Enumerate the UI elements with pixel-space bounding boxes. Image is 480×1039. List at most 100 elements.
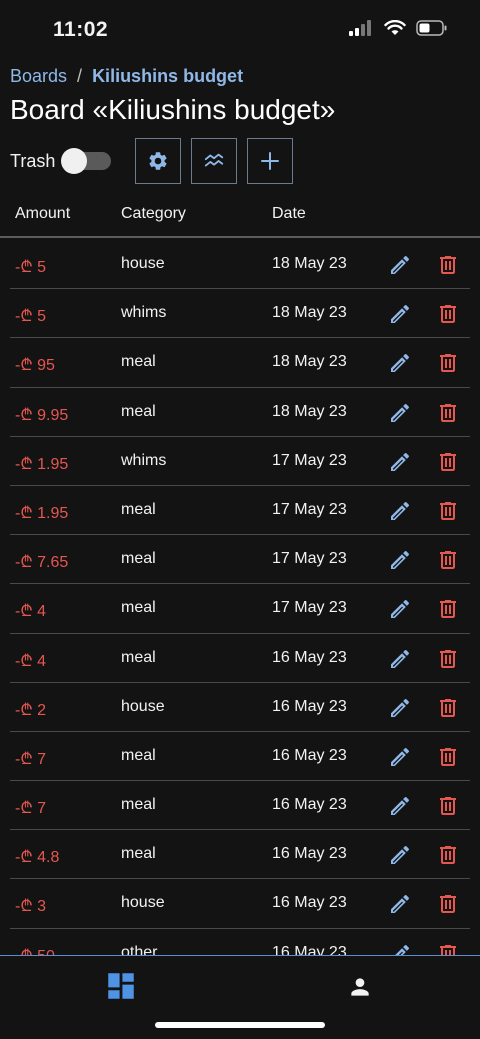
trash-icon xyxy=(440,895,456,914)
delete-button[interactable] xyxy=(436,745,460,769)
row-date: 16 May 23 xyxy=(272,746,347,764)
edit-button[interactable] xyxy=(388,253,412,277)
delete-button[interactable] xyxy=(436,401,460,425)
table-row: -₾ 1.95 whims 17 May 23 xyxy=(10,437,470,486)
edit-button[interactable] xyxy=(388,942,412,955)
table-row: -₾ 4.8 meal 16 May 23 xyxy=(10,830,470,880)
edit-button[interactable] xyxy=(388,450,412,474)
delete-button[interactable] xyxy=(436,647,460,671)
row-category: meal xyxy=(121,796,156,814)
edit-button[interactable] xyxy=(388,548,412,572)
trash-toggle[interactable] xyxy=(61,148,112,174)
row-category: house xyxy=(121,255,165,272)
row-amount: -₾ 95 xyxy=(15,357,55,375)
table-row: -₾ 5 whims 18 May 23 xyxy=(10,289,470,339)
edit-button[interactable] xyxy=(388,401,412,425)
trash-icon xyxy=(440,354,456,373)
edit-button[interactable] xyxy=(388,597,412,621)
row-date: 17 May 23 xyxy=(272,451,347,469)
row-date: 16 May 23 xyxy=(272,894,347,912)
row-date: 16 May 23 xyxy=(272,796,347,814)
trash-icon xyxy=(440,944,456,955)
table-row: -₾ 9.95 meal 18 May 23 xyxy=(10,388,470,437)
delete-button[interactable] xyxy=(436,794,460,818)
person-icon xyxy=(351,978,369,996)
row-category: house xyxy=(121,697,165,715)
edit-button[interactable] xyxy=(388,351,412,375)
trash-icon xyxy=(440,452,456,471)
row-category: meal xyxy=(121,599,156,617)
home-indicator xyxy=(155,1022,325,1028)
row-category: meal xyxy=(121,500,156,518)
pencil-icon xyxy=(391,305,410,324)
edit-button[interactable] xyxy=(388,647,412,671)
chart-button[interactable] xyxy=(191,138,238,184)
page-title: Board «Kiliushins budget» xyxy=(10,94,336,125)
delete-button[interactable] xyxy=(436,499,460,523)
table-row: -₾ 3 house 16 May 23 xyxy=(10,879,470,929)
edit-button[interactable] xyxy=(388,892,412,916)
delete-button[interactable] xyxy=(436,942,460,955)
row-amount: -₾ 4 xyxy=(15,652,47,670)
edit-button[interactable] xyxy=(388,696,412,720)
row-date: 16 May 23 xyxy=(272,943,347,955)
trash-icon xyxy=(440,551,456,570)
delete-button[interactable] xyxy=(436,548,460,572)
table-row: -₾ 7 meal 16 May 23 xyxy=(10,732,470,782)
settings-button[interactable] xyxy=(135,138,182,184)
trash-icon xyxy=(440,305,456,324)
nav-boards-tab[interactable] xyxy=(104,969,138,1008)
row-date: 17 May 23 xyxy=(272,599,347,617)
add-expense-button[interactable] xyxy=(247,138,294,184)
row-amount: -₾ 1.95 xyxy=(15,455,69,473)
breadcrumb-current[interactable]: Kiliushins budget xyxy=(92,66,243,87)
wifi-icon xyxy=(384,20,406,35)
pencil-icon xyxy=(391,354,410,373)
pencil-icon xyxy=(391,797,410,816)
row-category: meal xyxy=(121,402,156,420)
row-category: house xyxy=(121,894,165,912)
edit-button[interactable] xyxy=(388,302,412,326)
row-date: 16 May 23 xyxy=(272,845,347,863)
edit-button[interactable] xyxy=(388,794,412,818)
delete-button[interactable] xyxy=(436,253,460,277)
row-amount: -₾ 7 xyxy=(15,750,47,768)
trash-label: Trash xyxy=(10,150,56,171)
status-bar: 11:02 xyxy=(0,0,480,64)
delete-button[interactable] xyxy=(436,351,460,375)
row-amount: -₾ 7.65 xyxy=(15,554,69,572)
row-category: meal xyxy=(121,648,156,666)
signal-icon xyxy=(349,20,371,36)
row-category: meal xyxy=(121,845,156,863)
delete-button[interactable] xyxy=(436,843,460,867)
expense-list[interactable]: -₾ 5 house 18 May 23 -₾ 5 whims 18 May 2… xyxy=(10,240,470,955)
edit-button[interactable] xyxy=(388,745,412,769)
pencil-icon xyxy=(391,255,410,274)
delete-button[interactable] xyxy=(436,302,460,326)
delete-button[interactable] xyxy=(436,696,460,720)
row-date: 17 May 23 xyxy=(272,500,347,518)
delete-button[interactable] xyxy=(436,892,460,916)
header-category: Category xyxy=(121,205,186,222)
pencil-icon xyxy=(391,600,410,619)
row-category: meal xyxy=(121,353,156,371)
breadcrumb-boards-link[interactable]: Boards xyxy=(10,66,67,87)
edit-button[interactable] xyxy=(388,843,412,867)
delete-button[interactable] xyxy=(436,597,460,621)
chart-icon xyxy=(205,153,224,167)
pencil-icon xyxy=(391,747,410,766)
bottom-navigation xyxy=(0,955,480,1039)
pencil-icon xyxy=(391,452,410,471)
edit-button[interactable] xyxy=(388,499,412,523)
battery-icon xyxy=(416,20,447,36)
table-row: -₾ 7.65 meal 17 May 23 xyxy=(10,535,470,585)
trash-icon xyxy=(440,256,456,274)
delete-button[interactable] xyxy=(436,450,460,474)
row-amount: -₾ 2 xyxy=(15,701,47,719)
row-amount: -₾ 3 xyxy=(15,898,47,916)
table-row: -₾ 4 meal 17 May 23 xyxy=(10,584,470,634)
nav-profile-tab[interactable] xyxy=(347,974,373,1005)
table-row: -₾ 2 house 16 May 23 xyxy=(10,683,470,732)
row-date: 18 May 23 xyxy=(272,353,347,371)
row-category: meal xyxy=(121,550,156,568)
